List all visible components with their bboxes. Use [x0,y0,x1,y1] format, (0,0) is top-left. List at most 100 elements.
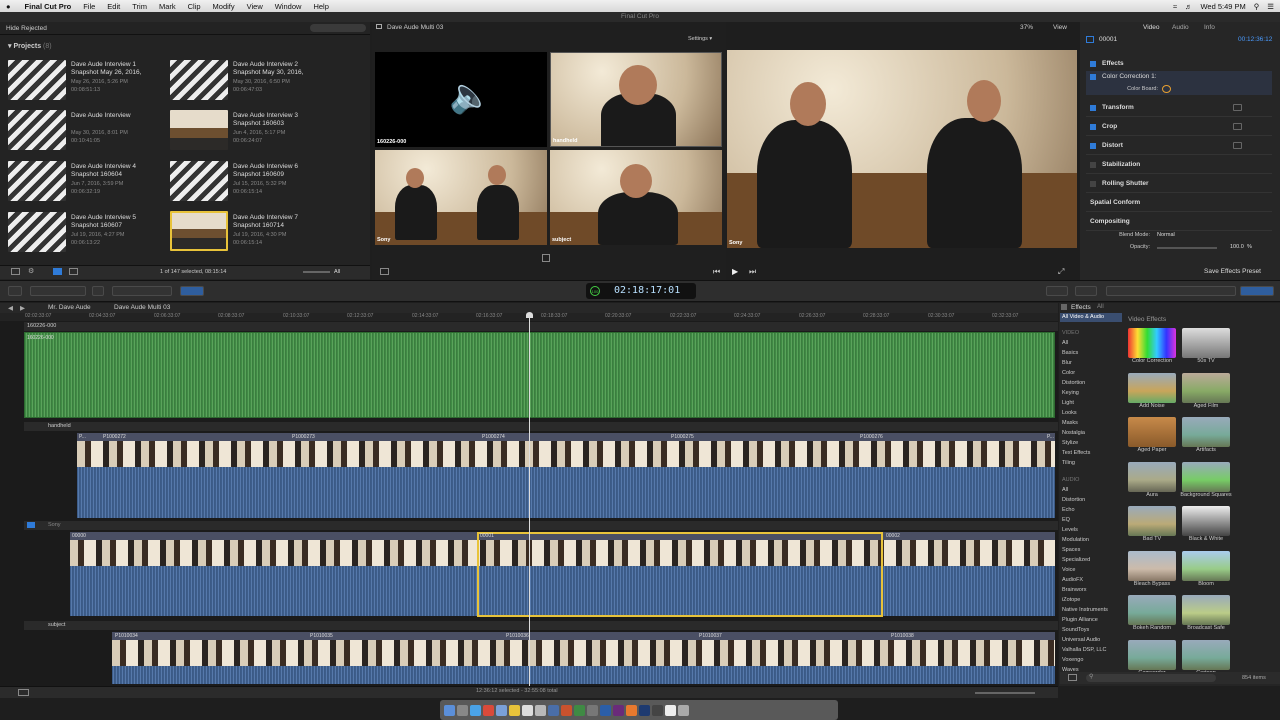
indesign-icon[interactable] [613,704,624,716]
effect-thumbnail[interactable] [1128,328,1176,358]
tab-audio[interactable]: Audio [1172,24,1189,31]
category-item[interactable]: Nostalgia [1062,430,1085,436]
enable-checkbox[interactable] [1090,161,1096,168]
effect-thumbnail[interactable] [1128,550,1176,581]
enable-checkbox[interactable] [1090,104,1096,111]
compositing-section[interactable]: Compositing [1086,213,1272,231]
playhead-handle[interactable] [526,312,533,318]
crop-onscreen-icon[interactable] [1233,123,1242,130]
save-effects-preset-button[interactable]: Save Effects Preset [1204,268,1261,275]
category-item[interactable]: Color [1062,370,1075,376]
spatial-conform-section[interactable]: Spatial Conform [1086,194,1272,212]
transform-onscreen-icon[interactable] [1233,104,1242,111]
project-thumb[interactable] [8,110,66,150]
forward-icon[interactable]: ▶ [20,304,25,312]
breadcrumb-clip[interactable]: Dave Aude Multi 03 [114,304,170,311]
category-all-video-audio[interactable]: All Video & Audio [1060,313,1122,322]
angle-tile[interactable]: Sony [375,150,547,245]
category-item[interactable]: Light [1062,400,1074,406]
category-item[interactable]: Keying [1062,390,1079,396]
effects-browser-toggle[interactable] [1240,286,1274,296]
effects-search-input[interactable]: ⚲ [1086,674,1216,682]
final-cut-icon[interactable] [587,704,598,716]
effect-thumbnail[interactable] [1128,639,1176,670]
mail-icon[interactable] [496,704,507,716]
distort-onscreen-icon[interactable] [1233,142,1242,149]
category-item[interactable]: Plugin Alliance [1062,617,1098,623]
main-viewer[interactable]: Sony [727,50,1077,248]
distort-section[interactable]: Distort [1086,137,1272,155]
list-icon[interactable]: ☰ [1267,2,1274,11]
launchpad-icon[interactable] [457,704,468,716]
filter-dropdown[interactable]: Hide Rejected [6,25,47,32]
effect-thumbnail[interactable] [1182,639,1230,670]
back-icon[interactable]: ◀ [8,304,13,312]
project-thumb[interactable] [170,161,228,201]
app-menu[interactable]: Final Cut Pro [17,2,78,11]
search-icon[interactable] [92,286,104,296]
angle-settings-dropdown[interactable]: Settings ▾ [688,36,712,42]
gear-icon[interactable]: ⚙ [28,267,34,275]
menu-mark[interactable]: Mark [153,2,182,11]
transform-section[interactable]: Transform [1086,99,1272,117]
document-icon[interactable] [665,704,676,716]
category-item[interactable]: Basics [1062,350,1078,356]
project-thumb[interactable] [170,110,228,150]
blend-mode-dropdown[interactable]: Normal [1157,232,1175,238]
notes-icon[interactable] [509,704,520,716]
enable-checkbox[interactable] [1090,180,1096,187]
project-thumb-selected[interactable] [170,211,228,251]
opacity-slider[interactable] [1157,247,1217,249]
safari-icon[interactable] [470,704,481,716]
section-projects[interactable]: ▾ Projects (8) [8,42,52,50]
menu-trim[interactable]: Trim [126,2,153,11]
enable-checkbox[interactable] [1090,123,1096,130]
tab-video[interactable]: Video [1143,24,1160,31]
project-thumb[interactable] [8,60,66,100]
category-item[interactable]: Stylize [1062,440,1078,446]
category-item[interactable]: All [1062,487,1068,493]
clock[interactable]: Wed 5:49 PM [1200,2,1245,11]
category-item[interactable]: Levels [1062,527,1078,533]
category-item[interactable]: Modulation [1062,537,1089,543]
lane-header[interactable]: Sony [24,521,1058,530]
effect-thumbnail[interactable] [1128,595,1176,625]
browser-search-input[interactable] [310,24,366,32]
category-item[interactable]: Specialized [1062,557,1090,563]
transform-icon[interactable] [380,268,389,275]
menu-window[interactable]: Window [269,2,308,11]
preview-icon[interactable] [535,704,546,716]
category-item[interactable]: Blur [1062,360,1072,366]
effect-thumbnail[interactable] [1182,550,1230,581]
fullscreen-icon[interactable]: ⤢ [1058,267,1064,277]
search-icon[interactable]: ⚲ [1254,2,1260,11]
effect-thumbnail[interactable] [1128,461,1176,492]
category-item[interactable]: Valhalla DSP, LLC [1062,647,1106,653]
volume-icon[interactable]: ♬ [1185,2,1193,11]
chrome-icon[interactable] [483,704,494,716]
enable-checkbox[interactable] [1090,74,1096,80]
crop-section[interactable]: Crop [1086,118,1272,136]
audio-waveform[interactable] [77,467,1055,518]
photoshop-icon[interactable] [600,704,611,716]
angle-tile[interactable]: subject [550,150,722,245]
category-item[interactable]: All [1062,340,1068,346]
effect-thumbnail[interactable] [1182,595,1230,625]
motion-icon[interactable] [652,704,663,716]
stabilization-section[interactable]: Stabilization [1086,156,1272,174]
angle-tile[interactable]: handheld [550,52,722,147]
zoom-slider[interactable] [303,271,330,273]
effect-thumbnail[interactable] [1182,417,1230,447]
menu-help[interactable]: Help [307,2,334,11]
timecode-display[interactable]: 100 02:18:17:01 [586,283,696,299]
library-icon[interactable] [11,268,20,275]
previous-frame-icon[interactable]: ⏮ [713,267,720,277]
effect-thumbnail[interactable] [1128,506,1176,536]
category-item[interactable]: Looks [1062,410,1077,416]
next-frame-icon[interactable]: ⏭ [749,267,756,277]
category-item[interactable]: Tiling [1062,460,1075,466]
media-browser-buttons[interactable] [1106,286,1236,296]
trash-icon[interactable] [678,704,689,716]
playhead[interactable] [529,313,530,686]
category-item[interactable]: Text Effects [1062,450,1090,456]
